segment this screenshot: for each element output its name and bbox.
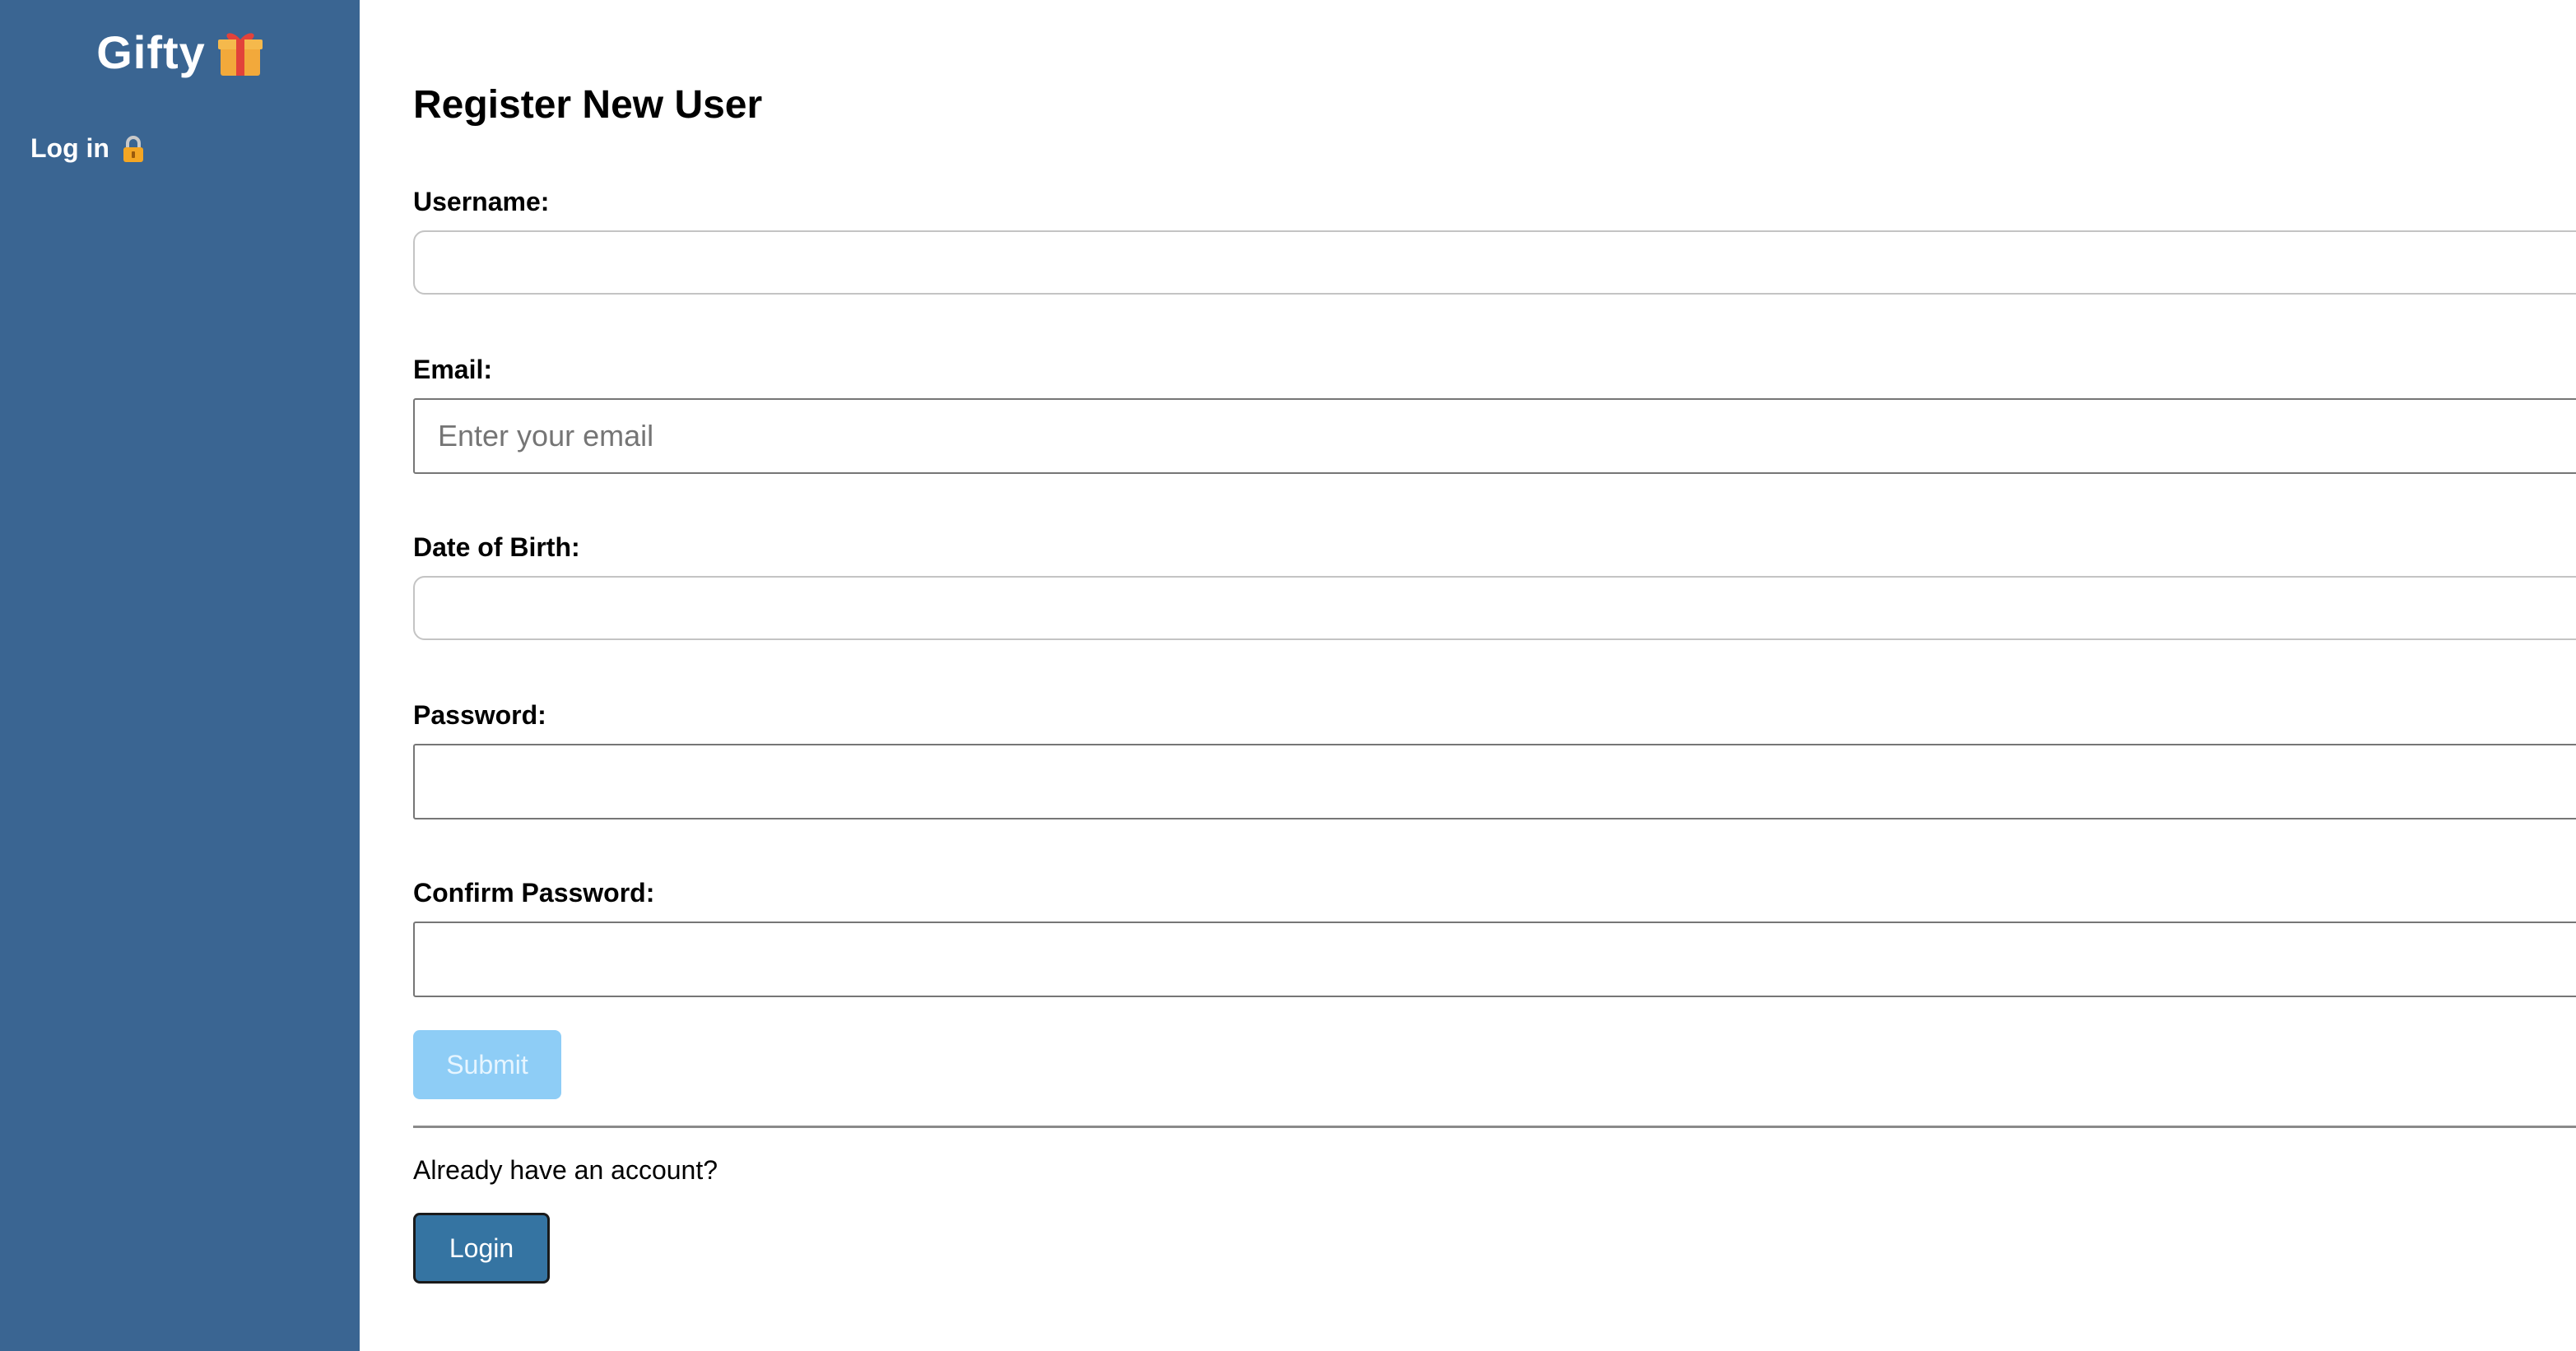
gift-icon [217, 28, 263, 77]
lock-icon [121, 134, 146, 162]
password-input[interactable] [413, 744, 2576, 819]
already-account-text: Already have an account? [413, 1155, 718, 1185]
login-button[interactable]: Login [413, 1213, 550, 1284]
sidebar-item-login[interactable]: Log in [30, 128, 146, 168]
username-label: Username: [413, 187, 550, 216]
confirm-password-input[interactable] [413, 922, 2576, 997]
email-input[interactable] [413, 398, 2576, 474]
dob-input[interactable] [413, 576, 2576, 640]
dob-label: Date of Birth: [413, 532, 580, 562]
submit-button[interactable]: Submit [413, 1030, 561, 1099]
email-label: Email: [413, 355, 493, 384]
page-title: Register New User [413, 83, 763, 127]
brand-name: Gifty [96, 26, 206, 78]
password-label: Password: [413, 700, 546, 730]
sidebar: Gifty Log in [0, 0, 360, 1351]
sidebar-item-label: Log in [30, 133, 109, 163]
username-input[interactable] [413, 230, 2576, 295]
divider [413, 1126, 2576, 1128]
confirm-password-label: Confirm Password: [413, 878, 655, 908]
brand-logo[interactable]: Gifty [0, 23, 360, 82]
